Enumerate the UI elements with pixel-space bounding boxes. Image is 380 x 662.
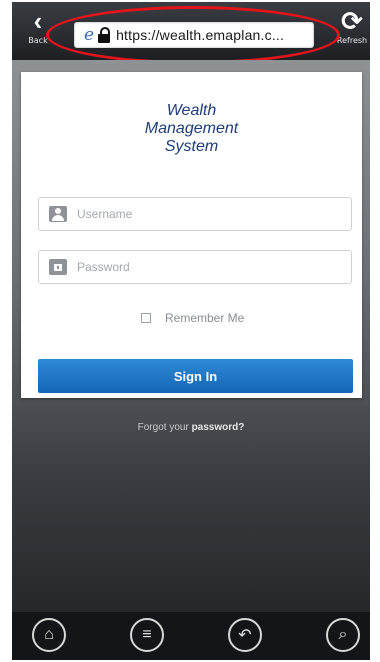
url-text: https://wealth.emaplan.c...: [116, 27, 285, 43]
search-button[interactable]: ⌕: [326, 618, 360, 652]
menu-button[interactable]: ≡: [130, 618, 164, 652]
chevron-left-icon: ‹: [33, 6, 43, 36]
login-card: Wealth Management System Remember Me: [21, 72, 362, 398]
remember-me-option[interactable]: Remember Me: [141, 311, 244, 325]
username-input[interactable]: [75, 206, 339, 222]
back-label: Back: [28, 36, 48, 45]
forgot-prefix: Forgot your: [137, 422, 189, 433]
return-icon: ↶: [238, 627, 252, 644]
refresh-icon: ⟳: [341, 6, 363, 36]
back-button[interactable]: ‹ Back: [16, 6, 60, 58]
remember-me-label: Remember Me: [165, 311, 245, 325]
page-content: Wealth Management System Remember Me: [12, 60, 370, 612]
username-field[interactable]: [38, 197, 352, 231]
refresh-label: Refresh: [336, 36, 368, 45]
logo-line-1: Wealth: [166, 102, 217, 119]
wealth-management-logo: Wealth Management System: [21, 102, 362, 156]
ie-icon: e: [84, 25, 95, 45]
password-field[interactable]: [38, 250, 352, 284]
password-input[interactable]: [75, 259, 339, 275]
password-lock-icon: [49, 259, 67, 275]
user-icon: [49, 206, 67, 222]
bottom-navigation: ⌂ ≡ ↶ ⌕: [12, 612, 370, 660]
menu-icon: ≡: [142, 626, 152, 643]
remember-me-checkbox[interactable]: [141, 313, 151, 323]
home-icon: ⌂: [44, 626, 54, 643]
sign-in-button[interactable]: Sign In: [38, 359, 353, 393]
forgot-password-link[interactable]: Forgot your password?: [12, 422, 370, 433]
logo-line-3: System: [164, 138, 219, 155]
refresh-button[interactable]: ⟳ Refresh: [330, 6, 370, 58]
home-button[interactable]: ⌂: [32, 618, 66, 652]
phone-screen: ‹ Back e https://wealth.emaplan.c... ⟳ R…: [12, 2, 370, 660]
lock-icon: [98, 27, 112, 43]
return-button[interactable]: ↶: [228, 618, 262, 652]
logo-line-2: Management: [144, 120, 239, 137]
search-icon: ⌕: [338, 626, 348, 643]
address-bar[interactable]: e https://wealth.emaplan.c...: [74, 22, 314, 48]
forgot-strong: password?: [191, 422, 245, 433]
browser-toolbar: ‹ Back e https://wealth.emaplan.c... ⟳ R…: [12, 2, 370, 64]
